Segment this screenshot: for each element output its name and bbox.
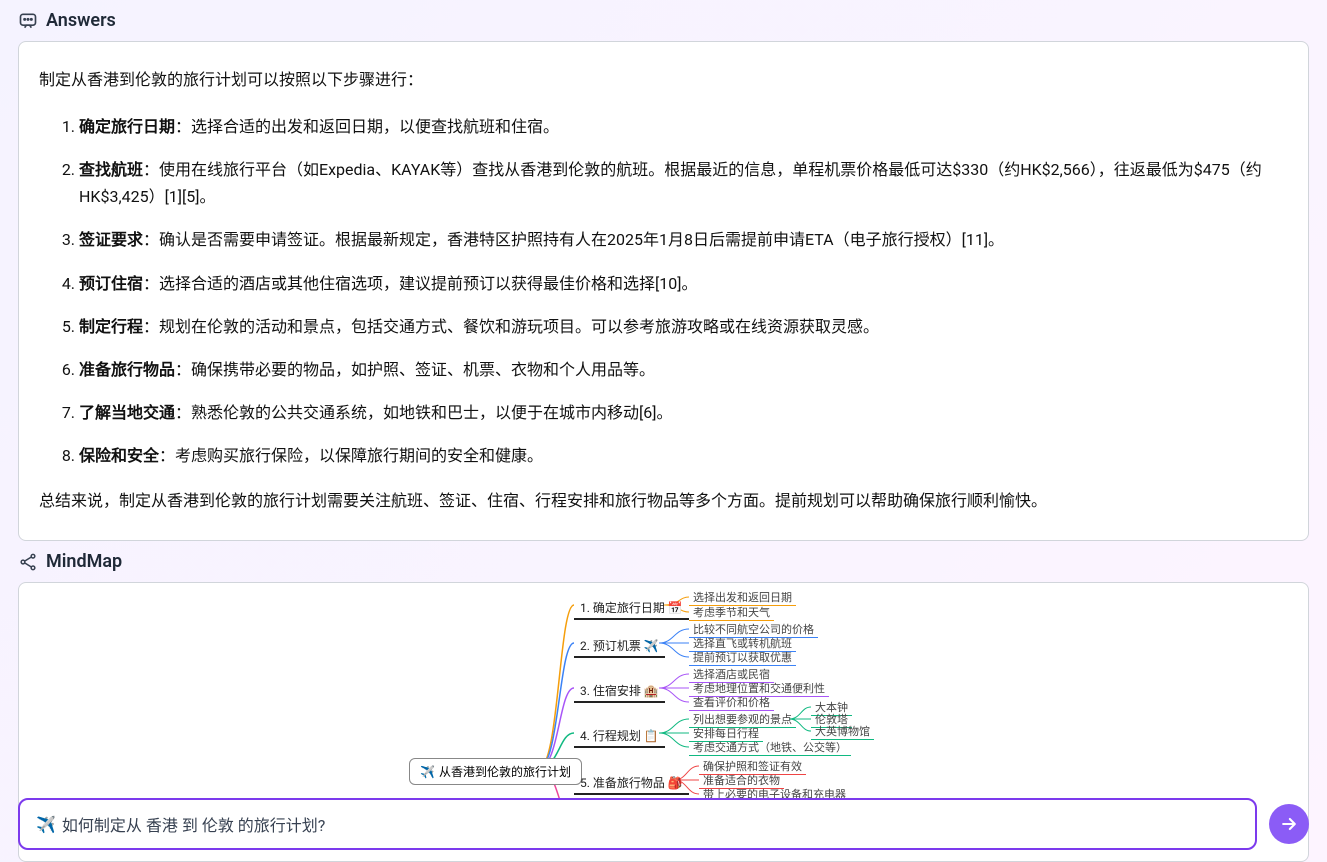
- answers-list: 确定旅行日期：选择合适的出发和返回日期，以便查找航班和住宿。 查找航班：使用在线…: [39, 113, 1288, 470]
- answer-item: 预订住宿：选择合适的酒店或其他住宿选项，建议提前预订以获得最佳价格和选择[10]…: [79, 270, 1288, 297]
- answers-title: Answers: [46, 10, 116, 31]
- mindmap-title: MindMap: [46, 551, 122, 572]
- answer-item: 查找航班：使用在线旅行平台（如Expedia、KAYAK等）查找从香港到伦敦的航…: [79, 156, 1288, 210]
- answer-item: 准备旅行物品：确保携带必要的物品，如护照、签证、机票、衣物和个人用品等。: [79, 356, 1288, 383]
- mindmap-header: MindMap: [18, 541, 1309, 582]
- answer-item: 制定行程：规划在伦敦的活动和景点，包括交通方式、餐饮和游玩项目。可以参考旅游攻略…: [79, 313, 1288, 340]
- query-input[interactable]: ✈️ 如何制定从 香港 到 伦敦 的旅行计划?: [18, 798, 1257, 850]
- send-button[interactable]: [1269, 804, 1309, 844]
- answer-item: 保险和安全：考虑购买旅行保险，以保障旅行期间的安全和健康。: [79, 442, 1288, 469]
- mindmap-leaf[interactable]: 考虑交通方式（地铁、公交等）: [689, 739, 851, 755]
- mindmap-leaf[interactable]: 选择出发和返回日期: [689, 589, 796, 605]
- query-text: 如何制定从 香港 到 伦敦 的旅行计划?: [62, 812, 325, 836]
- answers-outro: 总结来说，制定从香港到伦敦的旅行计划需要关注航班、签证、住宿、行程安排和旅行物品…: [39, 487, 1288, 516]
- answers-card: 制定从香港到伦敦的旅行计划可以按照以下步骤进行： 确定旅行日期：选择合适的出发和…: [18, 41, 1309, 541]
- answers-header: Answers: [18, 0, 1309, 41]
- mindmap-leaf[interactable]: 查看评价和价格: [689, 694, 774, 710]
- mindmap-branch[interactable]: 5. 准备旅行物品 🎒: [574, 772, 689, 795]
- mindmap-branch[interactable]: 2. 预订机票 ✈️: [574, 635, 665, 658]
- answer-item: 确定旅行日期：选择合适的出发和返回日期，以便查找航班和住宿。: [79, 113, 1288, 140]
- arrow-right-icon: [1279, 814, 1299, 834]
- input-bar: ✈️ 如何制定从 香港 到 伦敦 的旅行计划?: [18, 798, 1309, 850]
- mindmap-branch[interactable]: 3. 住宿安排 🏨: [574, 680, 665, 703]
- answer-item: 签证要求：确认是否需要申请签证。根据最新规定，香港特区护照持有人在2025年1月…: [79, 226, 1288, 253]
- mindmap-leaf[interactable]: 提前预订以获取优惠: [689, 649, 796, 665]
- mindmap-icon: [18, 552, 38, 572]
- airplane-icon: ✈️: [36, 815, 56, 834]
- mindmap-leaf[interactable]: 大英博物馆: [811, 723, 874, 739]
- chat-icon: [18, 11, 38, 31]
- airplane-icon: ✈️: [420, 765, 435, 779]
- mindmap-leaf[interactable]: 考虑季节和天气: [689, 604, 774, 620]
- answers-intro: 制定从香港到伦敦的旅行计划可以按照以下步骤进行：: [39, 66, 1288, 95]
- mindmap-branch[interactable]: 1. 确定旅行日期 📅: [574, 597, 689, 620]
- answer-item: 了解当地交通：熟悉伦敦的公共交通系统，如地铁和巴士，以便于在城市内移动[6]。: [79, 399, 1288, 426]
- mindmap-branch[interactable]: 4. 行程规划 📋: [574, 725, 665, 748]
- mindmap-root[interactable]: ✈️ 从香港到伦敦的旅行计划: [409, 758, 582, 785]
